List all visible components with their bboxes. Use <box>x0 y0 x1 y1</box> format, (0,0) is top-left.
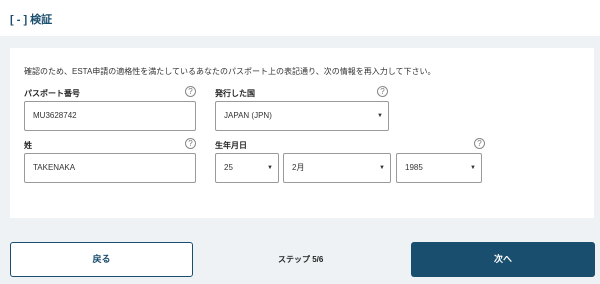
chevron-down-icon: ▼ <box>377 113 383 119</box>
passport-number-input[interactable]: MU3628742 <box>24 101 196 131</box>
birth-day-select[interactable]: 25 ▼ <box>215 153 279 183</box>
birth-month-select[interactable]: 2月 ▼ <box>283 153 391 183</box>
back-button[interactable]: 戻る <box>10 242 193 277</box>
birth-date-label: 生年月日 <box>215 141 247 150</box>
verification-card: 確認のため、ESTA申請の適格性を満たしているあなたのパスポート上の表記通り、次… <box>10 48 594 218</box>
passport-number-help-icon[interactable]: ? <box>185 86 196 97</box>
issuing-country-value: JAPAN (JPN) <box>224 111 272 120</box>
chevron-down-icon: ▼ <box>267 165 273 171</box>
intro-text: 確認のため、ESTA申請の適格性を満たしているあなたのパスポート上の表記通り、次… <box>24 67 436 76</box>
surname-help-icon[interactable]: ? <box>185 138 196 149</box>
birth-date-help-icon[interactable]: ? <box>474 138 485 149</box>
header-bar: [ - ] 検証 <box>0 0 600 36</box>
birth-year-select[interactable]: 1985 ▼ <box>396 153 482 183</box>
section-title[interactable]: [ - ] 検証 <box>10 11 52 27</box>
issuing-country-help-icon[interactable]: ? <box>377 86 388 97</box>
next-button[interactable]: 次へ <box>411 242 595 277</box>
chevron-down-icon: ▼ <box>470 165 476 171</box>
birth-day-value: 25 <box>224 163 233 172</box>
issuing-country-label: 発行した国 <box>215 89 255 98</box>
issuing-country-select[interactable]: JAPAN (JPN) ▼ <box>215 101 389 131</box>
chevron-down-icon: ▼ <box>379 165 385 171</box>
surname-label: 姓 <box>24 141 32 150</box>
surname-input[interactable]: TAKENAKA <box>24 153 196 183</box>
birth-month-value: 2月 <box>292 163 305 172</box>
birth-year-value: 1985 <box>405 163 423 172</box>
step-indicator: ステップ 5/6 <box>278 255 324 264</box>
passport-number-label: パスポート番号 <box>24 89 80 98</box>
